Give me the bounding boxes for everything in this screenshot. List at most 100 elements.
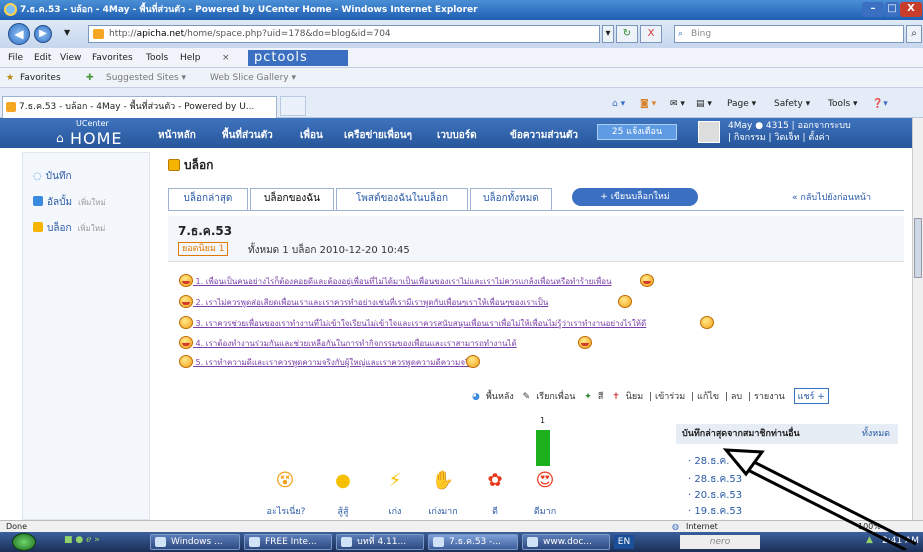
list-item[interactable]: · 19.ธ.ค.53 [688, 504, 742, 519]
emotion-very-smart-icon[interactable]: ✋ [430, 470, 456, 492]
nav-friends[interactable]: เพื่อน [300, 128, 323, 143]
emotion-label[interactable]: ดีมาก [525, 504, 565, 518]
back-link[interactable]: « กลับไปยังก่อนหน้า [792, 190, 871, 204]
sidebar-item-add[interactable]: เพิ่มใหม่ [78, 198, 106, 207]
emotion-label[interactable]: สู้สู้ [323, 504, 363, 518]
sidebar-item-blog[interactable]: บล็อก เพิ่มใหม่ [33, 221, 105, 236]
menu-edit[interactable]: Edit [34, 48, 51, 68]
search-input[interactable]: ⌕ Bing [674, 25, 904, 43]
emotion-whatever-icon[interactable]: 😵 [272, 470, 298, 492]
action-report[interactable]: รายงาน [754, 392, 785, 402]
forward-arrow-icon[interactable]: ▶ [34, 25, 52, 43]
emotion-label[interactable]: เก่งมาก [423, 504, 463, 518]
close-button[interactable]: X [900, 2, 922, 17]
action-popular[interactable]: นิยม [626, 392, 643, 402]
popular-badge[interactable]: ยอดนิยม 1 [178, 242, 229, 256]
sidebar-item-album[interactable]: อัลบั้ม เพิ่มใหม่ [33, 195, 106, 210]
emotion-fight-icon[interactable]: ● [330, 470, 356, 492]
action-delete[interactable]: ลบ [731, 392, 742, 402]
language-indicator[interactable]: EN [614, 535, 634, 549]
emotion-label[interactable]: เก่ง [375, 504, 415, 518]
taskbar-item[interactable]: FREE Inte... [244, 534, 332, 550]
toolbar-close-icon[interactable]: × [222, 48, 230, 68]
stop-button[interactable]: X [640, 25, 662, 43]
zoom-level[interactable]: 100% [858, 521, 881, 532]
post-line-3[interactable]: 3. เราควรช่วยเพื่อนของเราทำงานที่ไม่เข้า… [179, 316, 707, 330]
nav-personal-space[interactable]: พื้นที่ส่วนตัว [222, 128, 273, 143]
avatar[interactable] [698, 121, 720, 143]
mail-icon[interactable]: ✉ ▾ [670, 96, 685, 112]
tab-all-blogs[interactable]: บล็อกทั้งหมด [470, 188, 552, 210]
emotion-very-good-icon[interactable]: 😍 [532, 470, 558, 492]
vertical-scrollbar[interactable] [912, 118, 923, 520]
post-line-4[interactable]: 4. เราต้องทำงานร่วมกันและช่วยเหลือกันในก… [179, 336, 587, 350]
start-button[interactable] [12, 533, 36, 551]
url-input[interactable]: http://apicha.net/home/space.php?uid=178… [88, 25, 600, 43]
favorites-button[interactable]: Favorites [20, 68, 61, 88]
menu-view[interactable]: View [60, 48, 81, 68]
minimize-button[interactable]: – [862, 2, 884, 17]
action-join[interactable]: เข้าร่วม [655, 392, 685, 402]
tray-network-icon[interactable]: ▲ [866, 535, 873, 545]
taskbar-item-active[interactable]: 7.ธ.ค.53 -... [428, 534, 518, 550]
sidebar-item-notes[interactable]: ◌ บันทึก [33, 169, 72, 184]
emotion-label[interactable]: อะไรเนี่ย? [266, 504, 306, 518]
print-icon[interactable]: ▤ ▾ [696, 96, 712, 112]
safety-menu[interactable]: Safety ▾ [774, 96, 810, 112]
site-logo[interactable]: HOME [70, 129, 123, 148]
search-go-icon[interactable]: ⌕ [906, 25, 922, 43]
tab-my-blogs[interactable]: บล็อกของฉัน [250, 188, 334, 210]
maximize-button[interactable]: □ [885, 2, 899, 17]
clock[interactable]: 2:41 AM [882, 536, 919, 546]
user-line-2[interactable]: | กิจกรรม | วิดเจ็ท | ตั้งค่า [728, 132, 851, 144]
tools-menu[interactable]: Tools ▾ [828, 96, 858, 112]
user-line-1[interactable]: 4May ● 4315 | ออกจากระบบ [728, 120, 851, 132]
taskbar-item[interactable]: www.doc... [522, 534, 610, 550]
list-item[interactable]: · 20.ธ.ค.53 [688, 488, 742, 503]
emotion-smart-icon[interactable]: ⚡ [382, 470, 408, 492]
list-item[interactable]: · 28.ธ.ค. [688, 454, 729, 469]
action-edit[interactable]: แก้ไข [697, 392, 719, 402]
feeds-icon[interactable]: ◙ ▾ [640, 96, 656, 112]
taskbar-item[interactable]: Windows ... [150, 534, 240, 550]
page-menu[interactable]: Page ▾ [727, 96, 756, 112]
nav-home[interactable]: หน้าหลัก [158, 128, 196, 143]
menu-tools[interactable]: Tools [146, 48, 168, 68]
new-tab-button[interactable] [280, 96, 306, 116]
post-line-1[interactable]: 1. เพื่อนเป็นคนอย่างไรก็ต้องคอยดีและต้อง… [179, 274, 647, 288]
recent-all-link[interactable]: ทั้งหมด [862, 424, 890, 444]
taskbar-item[interactable]: บทที่ 4.11... [336, 534, 424, 550]
nav-messages[interactable]: ข้อความส่วนตัว [510, 128, 578, 143]
new-blog-button[interactable]: + เขียนบล็อกใหม่ [572, 188, 698, 206]
share-button[interactable]: แชร์ + [793, 388, 829, 404]
tab-latest-blogs[interactable]: บล็อกล่าสุด [168, 188, 248, 210]
action-color[interactable]: สี [598, 392, 604, 402]
web-slice-gallery-link[interactable]: Web Slice Gallery ▾ [210, 68, 296, 88]
menu-help[interactable]: Help [180, 48, 201, 68]
home-icon[interactable]: ⌂ ▾ [612, 96, 625, 112]
emotion-label[interactable]: ดี [475, 504, 515, 518]
notifications-badge[interactable]: 25 แจ้งเตือน [597, 124, 677, 140]
add-favorite-icon[interactable]: ✚ [86, 68, 94, 88]
post-line-2[interactable]: 2. เราไม่ควรพูดส่อเสียดเพื่อนเราและเราคว… [179, 295, 627, 309]
nav-webboard[interactable]: เวบบอร์ด [437, 128, 477, 143]
back-arrow-icon[interactable]: ◀ [8, 23, 30, 45]
url-dropdown-icon[interactable]: ▾ [602, 25, 614, 43]
nav-friend-network[interactable]: เครือข่ายเพื่อนๆ [344, 128, 412, 143]
scrollbar-thumb[interactable] [914, 218, 922, 278]
sidebar-item-add[interactable]: เพิ่มใหม่ [78, 224, 106, 233]
post-line-5[interactable]: 5. เราทำความดีและเราควรพูดความจริงกับผู้… [179, 355, 479, 369]
quicklaunch-icon[interactable]: ■ ● ℯ » [64, 535, 100, 545]
suggested-sites-link[interactable]: Suggested Sites ▾ [106, 68, 186, 88]
browser-tab-active[interactable]: 7.ธ.ค.53 - บล้อก - 4May - พื้นที่ส่วนตัว… [2, 96, 277, 118]
refresh-button[interactable]: ↻ [616, 25, 638, 43]
menu-file[interactable]: File [8, 48, 23, 68]
tab-my-posts[interactable]: โพสต์ของฉันในบล็อก [336, 188, 468, 210]
pctools-toolbar[interactable]: pctools [248, 50, 348, 66]
help-icon[interactable]: ❓▾ [872, 96, 888, 112]
action-background[interactable]: พื้นหลัง [486, 392, 514, 402]
history-dropdown-icon[interactable]: ▼ [64, 28, 70, 37]
emotion-good-icon[interactable]: ✿ [482, 470, 508, 492]
action-call-friend[interactable]: เรียกเพื่อน [536, 392, 575, 402]
menu-favorites[interactable]: Favorites [92, 48, 133, 68]
